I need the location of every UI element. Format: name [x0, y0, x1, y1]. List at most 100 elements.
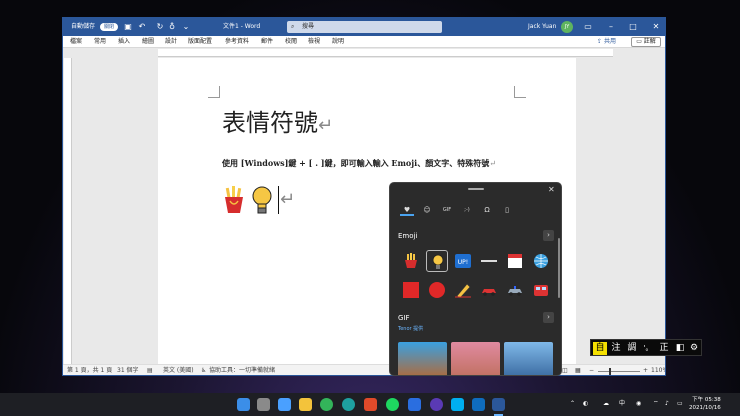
ime-mode-key[interactable]: 自	[593, 342, 607, 355]
share-button[interactable]: ⇪ 共用	[597, 37, 624, 47]
menu-review[interactable]: 校閱	[285, 38, 297, 46]
ime-zhuyin-key[interactable]: 注	[609, 342, 623, 355]
menu-file[interactable]: 檔案	[70, 38, 82, 46]
menu-mailings[interactable]: 郵件	[261, 38, 273, 46]
menu-home[interactable]: 常用	[94, 38, 106, 46]
drag-handle[interactable]	[468, 188, 484, 190]
menu-insert[interactable]: 插入	[118, 38, 130, 46]
word-count[interactable]: 31 個字	[117, 367, 139, 375]
minimize-icon[interactable]: –	[606, 22, 616, 32]
panel-scrollbar[interactable]	[558, 238, 560, 298]
undo-icon[interactable]: ↶	[137, 22, 147, 32]
input-language[interactable]: 中	[619, 399, 625, 409]
language[interactable]: 英文 (美國)	[163, 367, 194, 375]
menu-design[interactable]: 設計	[165, 38, 177, 46]
focus-icon[interactable]: ◫	[562, 367, 568, 375]
ime-fullwidth-key[interactable]: 正	[657, 342, 671, 355]
zoom-level[interactable]: 110%	[651, 367, 665, 375]
pencil-emoji[interactable]	[452, 279, 474, 301]
document-heading[interactable]: 表情符號↵	[222, 108, 333, 141]
gif-tab[interactable]: GIF	[440, 204, 454, 216]
maximize-icon[interactable]: □	[628, 22, 638, 32]
kaomoji-smiley-tab[interactable]: ☺	[420, 204, 434, 216]
file-explorer-icon[interactable]	[299, 398, 312, 411]
gif-thumbnail-1[interactable]	[398, 342, 447, 375]
save-icon[interactable]: ▣	[123, 22, 133, 32]
comment-button[interactable]: ▭ 註解	[631, 37, 661, 47]
ime-tray-icon[interactable]: ◉	[636, 399, 641, 409]
app-icon[interactable]	[408, 398, 421, 411]
vertical-ruler[interactable]	[64, 58, 72, 364]
emoji-tab[interactable]: ♥	[400, 204, 414, 216]
ime-panel-icon[interactable]: ◧	[673, 342, 687, 355]
search-box[interactable]: ⌕ 搜尋	[287, 21, 442, 33]
zoom-out-icon[interactable]: −	[589, 367, 594, 375]
red-square-emoji[interactable]	[400, 279, 422, 301]
vertical-scrollbar[interactable]	[648, 58, 665, 364]
up-button-emoji[interactable]: UP!	[452, 250, 474, 272]
skype-icon[interactable]	[451, 398, 464, 411]
gif-thumbnail-2[interactable]	[451, 342, 500, 375]
light-bulb-emoji[interactable]	[426, 250, 448, 272]
clipboard-tab[interactable]: ▯	[500, 204, 514, 216]
spotify-icon[interactable]	[386, 398, 399, 411]
menu-view[interactable]: 檢視	[308, 38, 320, 46]
kaomoji-tab[interactable]: ;-)	[460, 204, 474, 216]
outlook-icon[interactable]	[472, 398, 485, 411]
word-icon[interactable]	[492, 398, 505, 411]
wifi-icon[interactable]: ⌔	[653, 399, 659, 409]
avatar[interactable]: JY	[561, 21, 573, 33]
emoji-more-chevron-icon[interactable]: ›	[543, 230, 554, 241]
edge-icon[interactable]	[342, 398, 355, 411]
tray-chevron-icon[interactable]: ⌃	[570, 399, 575, 409]
redo-icon[interactable]: ↻	[155, 22, 165, 32]
ime-punctuation-key[interactable]: '。	[641, 342, 655, 355]
battery-icon[interactable]: ▭	[677, 399, 683, 409]
calendar-emoji[interactable]	[504, 250, 526, 272]
widgets-icon[interactable]	[278, 398, 291, 411]
tray-app-icon[interactable]: ◐	[583, 399, 588, 409]
close-icon[interactable]: ✕	[548, 184, 555, 196]
horizontal-ruler[interactable]	[158, 49, 613, 57]
symbols-tab[interactable]: Ω	[480, 204, 494, 216]
line-app-icon[interactable]	[320, 398, 333, 411]
accessibility-status[interactable]: 協助工具：一切準備就緒	[209, 367, 275, 375]
menu-layout[interactable]: 版面配置	[188, 38, 212, 46]
zoom-in-icon[interactable]: +	[643, 367, 648, 375]
red-circle-emoji[interactable]	[426, 279, 448, 301]
customize-toolbar-icon[interactable]: ⌄	[181, 22, 191, 32]
globe-emoji[interactable]	[530, 250, 552, 272]
touch-mode-icon[interactable]: ♁	[167, 22, 177, 32]
french-fries-emoji[interactable]	[222, 185, 246, 215]
close-icon[interactable]: ✕	[651, 22, 661, 32]
police-car-emoji[interactable]	[504, 279, 526, 301]
clock[interactable]: 下午 05:38 2021/10/16	[689, 396, 721, 412]
french-fries-emoji[interactable]	[400, 250, 422, 272]
print-layout-icon[interactable]: ▦	[575, 367, 581, 375]
car-emoji[interactable]	[478, 279, 500, 301]
document-paragraph[interactable]: 使用 [Windows]鍵 + [ . ]鍵，即可輸入輸入 Emoji、顏文字、…	[222, 157, 496, 170]
cloud-icon[interactable]: ☁	[603, 399, 609, 409]
search-icon[interactable]	[257, 398, 270, 411]
gif-more-chevron-icon[interactable]: ›	[543, 312, 554, 323]
page-count[interactable]: 第 1 頁，共 1 頁	[67, 367, 112, 375]
ime-tone-key[interactable]: 調	[625, 342, 639, 355]
heavy-minus-emoji[interactable]	[478, 250, 500, 272]
menu-help[interactable]: 說明	[332, 38, 344, 46]
proofing-icon[interactable]: ▤	[147, 367, 153, 375]
zoom-slider[interactable]	[598, 371, 640, 372]
menu-references[interactable]: 參考資料	[225, 38, 249, 46]
media-app-icon[interactable]	[430, 398, 443, 411]
brave-icon[interactable]	[364, 398, 377, 411]
volume-icon[interactable]: ♪	[665, 399, 669, 409]
zoom-slider-thumb[interactable]	[609, 368, 611, 375]
light-bulb-emoji[interactable]	[250, 185, 274, 215]
menu-draw[interactable]: 繪圖	[142, 38, 154, 46]
start-icon[interactable]	[237, 398, 250, 411]
gif-thumbnail-3[interactable]	[504, 342, 553, 375]
user-name[interactable]: Jack Yuan	[528, 22, 556, 31]
autosave-toggle[interactable]: 關閉	[100, 23, 118, 31]
tram-emoji[interactable]	[530, 279, 552, 301]
ime-settings-icon[interactable]: ⚙	[687, 342, 701, 355]
ribbon-display-icon[interactable]: ▭	[583, 22, 593, 32]
